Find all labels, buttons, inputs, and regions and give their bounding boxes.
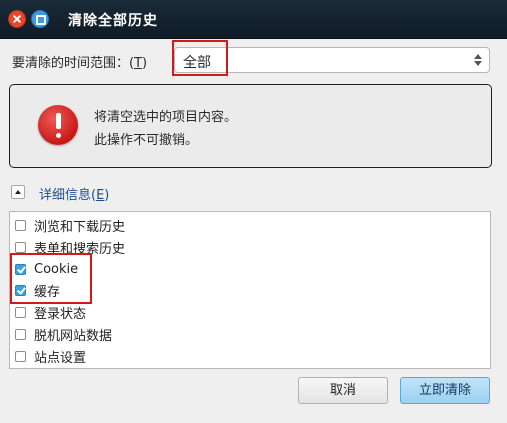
list-item-offline-data[interactable]: 脱机网站数据: [15, 325, 113, 344]
list-item-site-settings[interactable]: 站点设置: [15, 347, 87, 366]
checkbox[interactable]: [15, 350, 26, 362]
list-item-history[interactable]: 浏览和下载历史: [15, 216, 126, 235]
details-label[interactable]: 详细信息(E): [39, 184, 109, 203]
cancel-button[interactable]: 取消: [298, 377, 388, 404]
list-item-label: 浏览和下载历史: [34, 219, 126, 235]
details-expander-icon[interactable]: [11, 185, 25, 199]
highlight-box-range: [172, 40, 228, 76]
title-bar: 清除全部历史: [0, 0, 507, 39]
warning-text-2: 此操作不可撤销。: [94, 133, 199, 148]
warning-panel: 将清空选中的项目内容。 此操作不可撤销。: [9, 84, 492, 168]
list-item-label: 站点设置: [34, 350, 87, 366]
list-item-logins[interactable]: 登录状态: [15, 303, 87, 322]
checkbox[interactable]: [15, 219, 26, 231]
checkbox[interactable]: [15, 306, 26, 318]
updown-arrows-icon: [473, 51, 483, 69]
checkbox[interactable]: [15, 241, 26, 253]
checkbox[interactable]: [15, 328, 26, 340]
window-title: 清除全部历史: [68, 13, 158, 29]
list-item-label: 脱机网站数据: [34, 328, 113, 344]
warning-text-1: 将清空选中的项目内容。: [94, 110, 238, 125]
warning-icon: [38, 105, 78, 145]
list-item-label: 登录状态: [34, 306, 87, 322]
clear-now-button[interactable]: 立即清除: [400, 377, 490, 404]
close-icon[interactable]: [8, 10, 26, 28]
maximize-icon[interactable]: [31, 10, 49, 28]
time-range-label: 要清除的时间范围：(T): [12, 56, 148, 71]
highlight-box-items: [10, 253, 92, 304]
